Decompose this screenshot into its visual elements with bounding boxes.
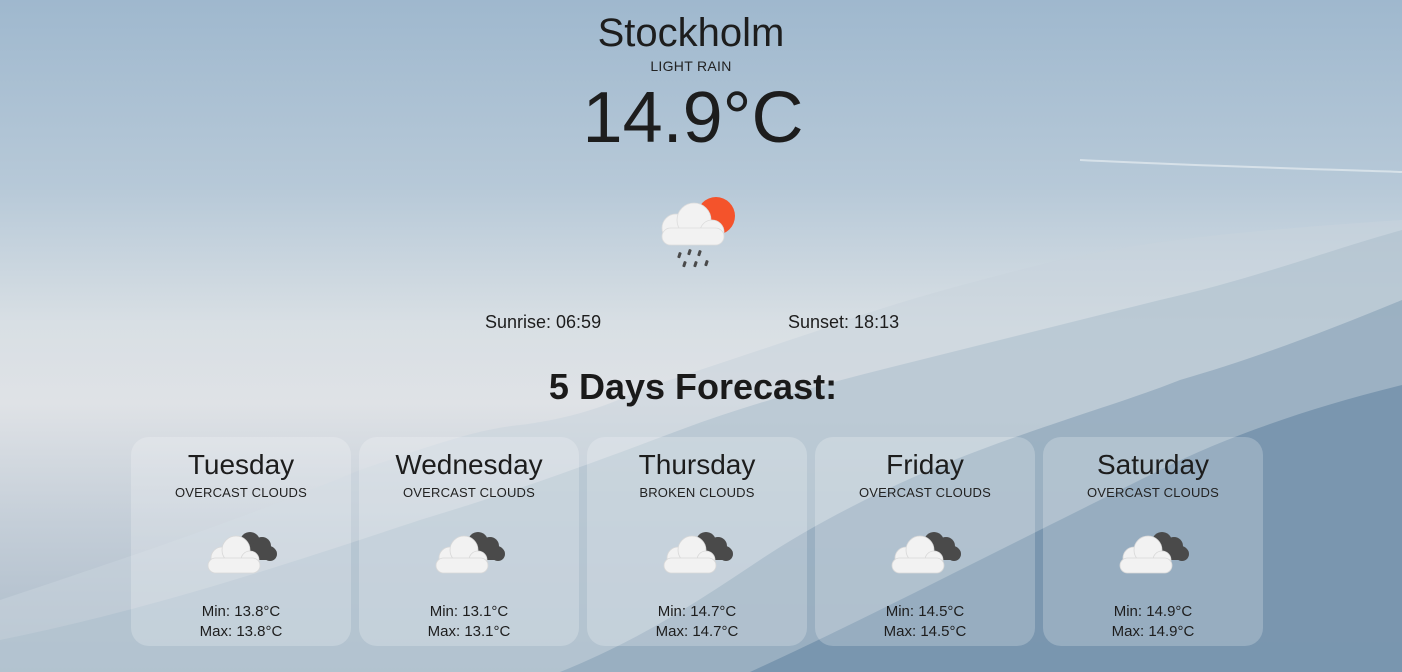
forecast-day-name: Wednesday xyxy=(395,449,543,480)
forecast-card-thursday: Thursday BROKEN CLOUDS Min: 14.7°C Max: … xyxy=(587,437,807,646)
forecast-min: Min: 14.9°C xyxy=(1113,603,1193,620)
forecast-cards: Tuesday OVERCAST CLOUDS Min: 13.8°C Max:… xyxy=(131,437,1271,646)
forecast-max: Max: 14.5°C xyxy=(883,623,967,640)
forecast-day-name: Thursday xyxy=(638,449,756,480)
forecast-card-tuesday: Tuesday OVERCAST CLOUDS Min: 13.8°C Max:… xyxy=(131,437,351,646)
forecast-max: Max: 13.1°C xyxy=(427,623,511,640)
forecast-description: OVERCAST CLOUDS xyxy=(1086,485,1220,500)
overcast-clouds-icon xyxy=(891,532,961,574)
forecast-day-name: Tuesday xyxy=(187,449,295,480)
forecast-min: Min: 13.1°C xyxy=(429,603,509,620)
light-rain-sun-icon xyxy=(661,197,735,268)
city-name: Stockholm xyxy=(597,11,785,55)
forecast-card-friday: Friday OVERCAST CLOUDS Min: 14.5°C Max: … xyxy=(815,437,1035,646)
forecast-card-wednesday: Wednesday OVERCAST CLOUDS Min: 13.1°C Ma… xyxy=(359,437,579,646)
forecast-description: OVERCAST CLOUDS xyxy=(858,485,992,500)
overcast-clouds-icon xyxy=(435,532,505,574)
forecast-min: Min: 13.8°C xyxy=(201,603,281,620)
overcast-clouds-icon xyxy=(207,532,277,574)
forecast-day-name: Saturday xyxy=(1096,449,1210,480)
sunset-time: Sunset: 18:13 xyxy=(788,312,900,332)
weather-app: Stockholm LIGHT RAIN 14.9°C Sunrise: 06:… xyxy=(0,0,1402,672)
current-description: LIGHT RAIN xyxy=(650,58,732,74)
overcast-clouds-icon xyxy=(1119,532,1189,574)
broken-clouds-icon xyxy=(663,532,733,574)
forecast-description: BROKEN CLOUDS xyxy=(639,485,755,500)
forecast-title: 5 Days Forecast: xyxy=(548,366,838,407)
forecast-max: Max: 13.8°C xyxy=(199,623,283,640)
forecast-max: Max: 14.9°C xyxy=(1111,623,1195,640)
sunrise-time: Sunrise: 06:59 xyxy=(485,312,602,332)
forecast-day-name: Friday xyxy=(886,449,964,480)
current-temperature: 14.9°C xyxy=(582,78,804,158)
forecast-card-saturday: Saturday OVERCAST CLOUDS Min: 14.9°C Max… xyxy=(1043,437,1263,646)
forecast-description: OVERCAST CLOUDS xyxy=(174,485,308,500)
forecast-max: Max: 14.7°C xyxy=(655,623,739,640)
forecast-description: OVERCAST CLOUDS xyxy=(402,485,536,500)
forecast-min: Min: 14.5°C xyxy=(885,603,965,620)
forecast-min: Min: 14.7°C xyxy=(657,603,737,620)
